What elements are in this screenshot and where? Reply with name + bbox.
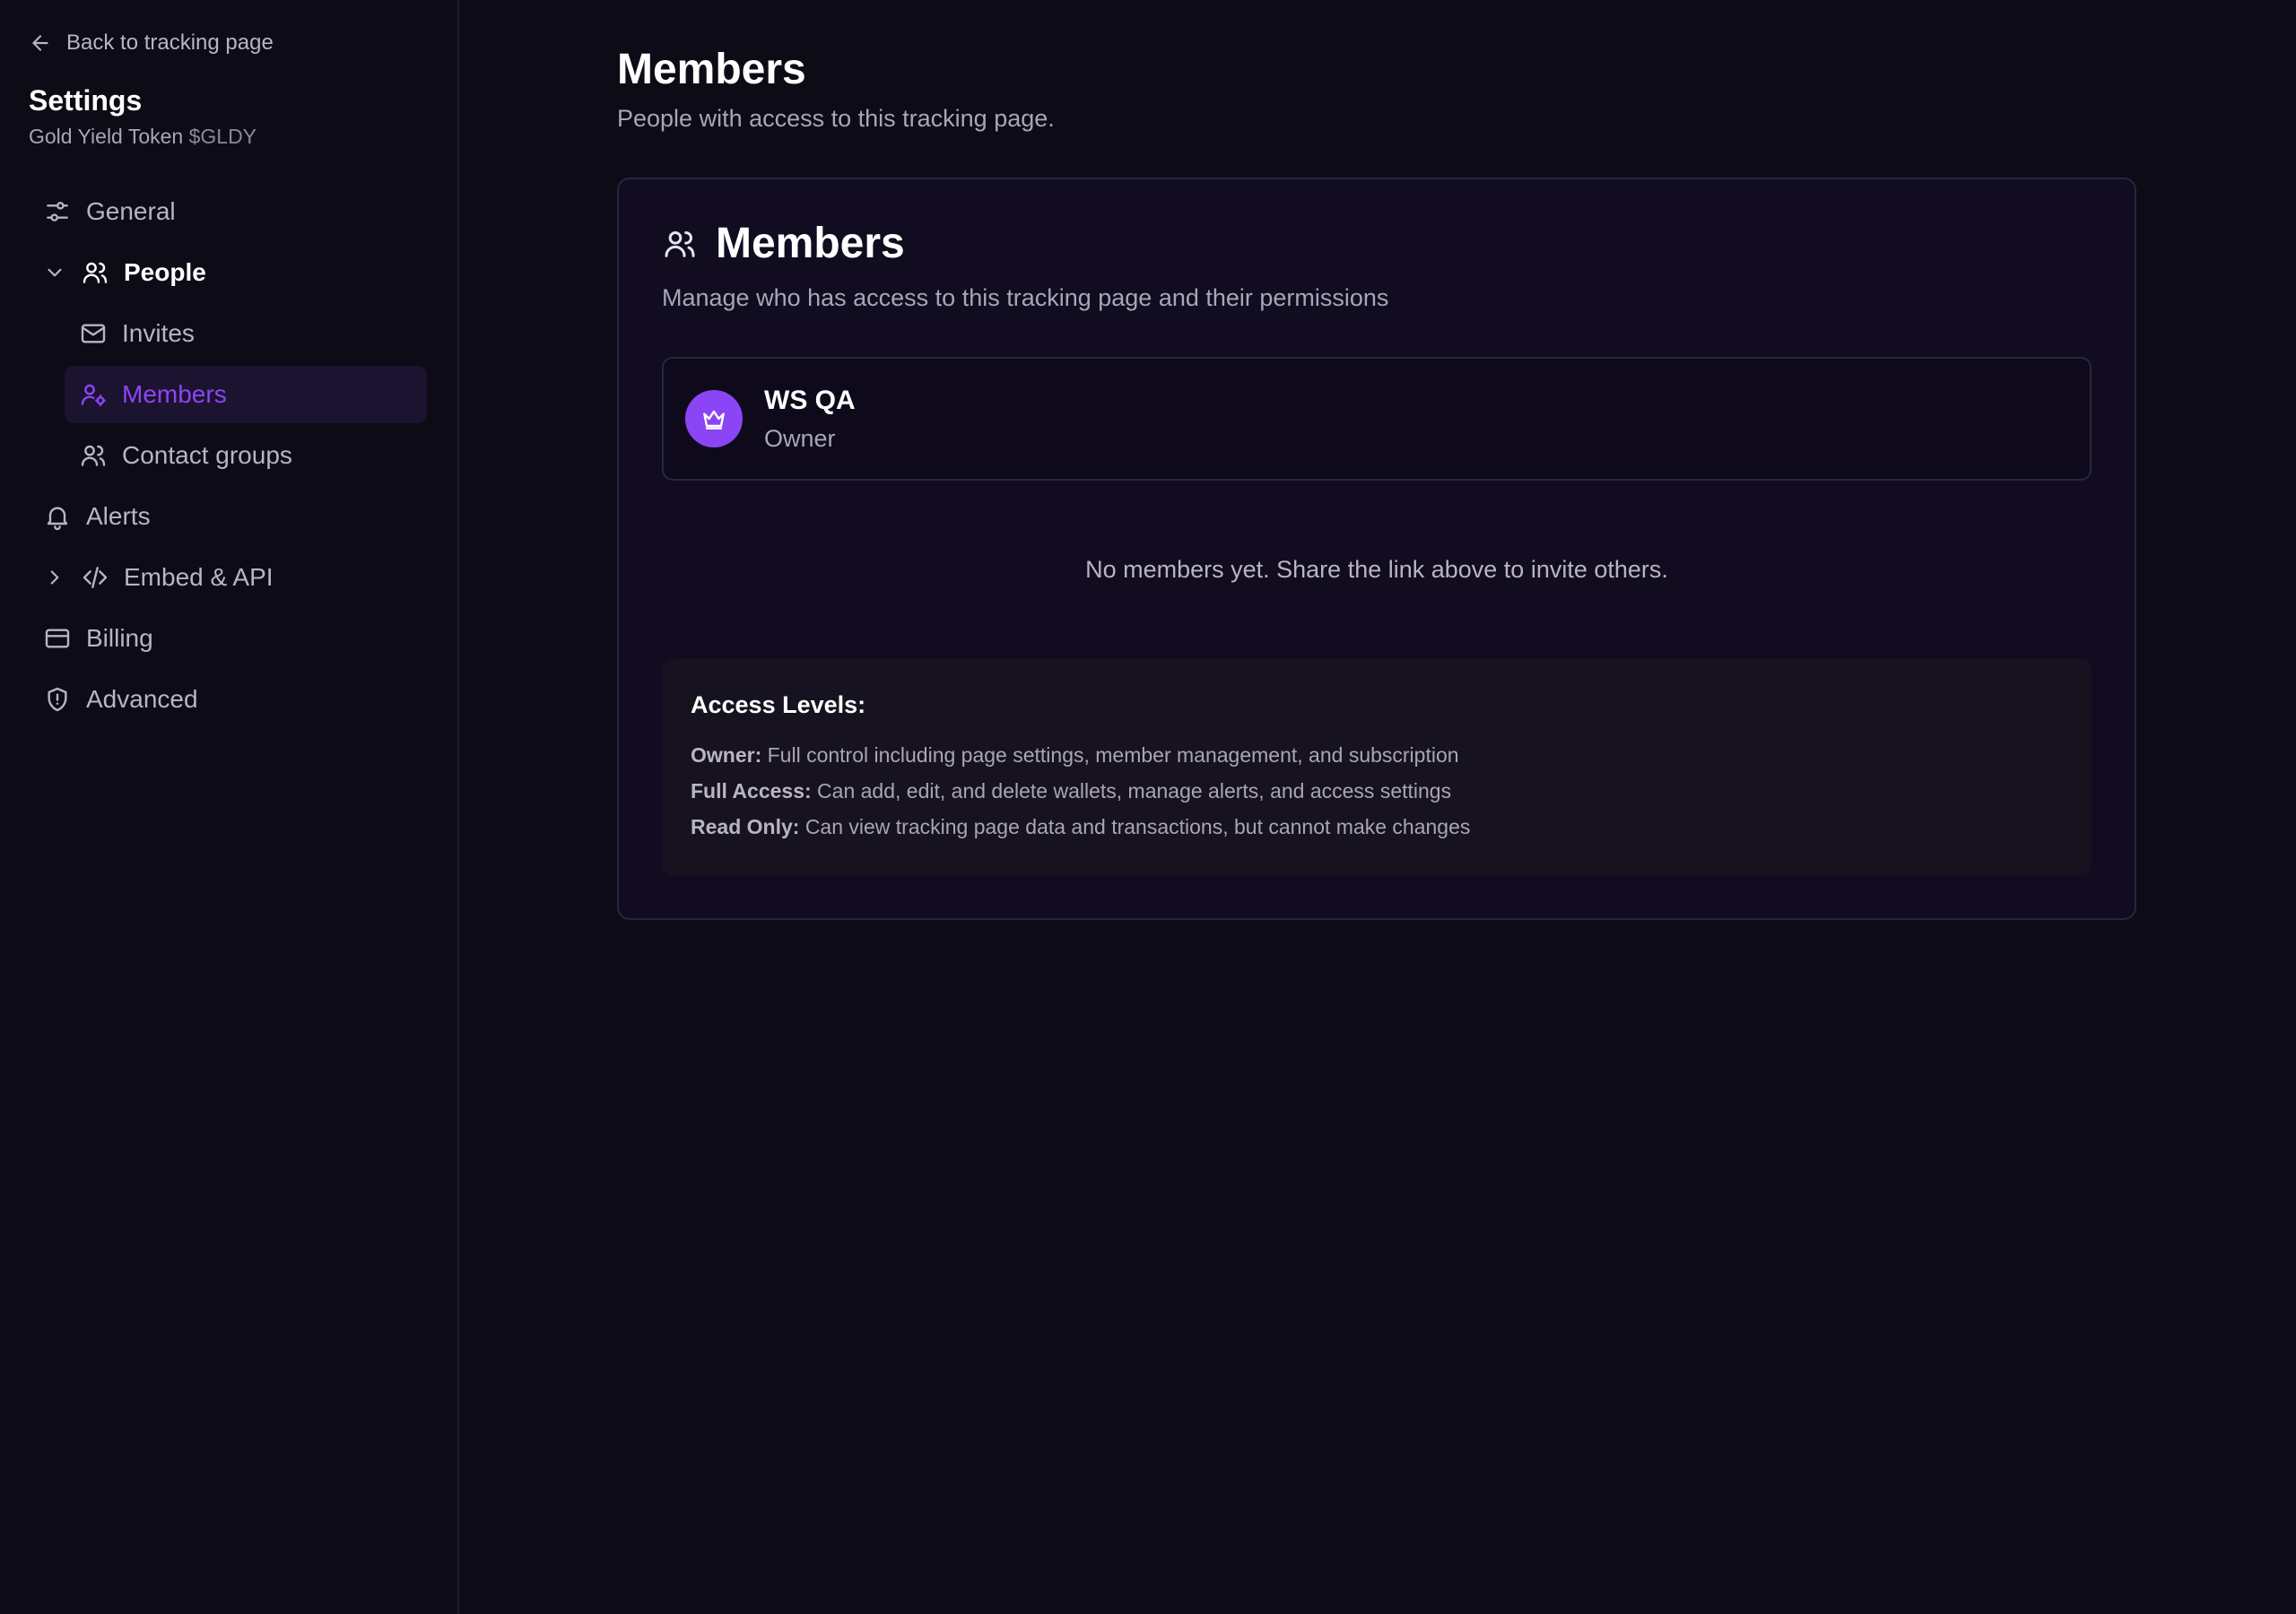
sidebar-item-people[interactable]: People bbox=[29, 244, 429, 301]
access-level-name: Full Access: bbox=[691, 779, 812, 803]
card-subtitle: Manage who has access to this tracking p… bbox=[662, 284, 1389, 311]
bell-icon bbox=[47, 507, 68, 531]
user-cog-icon bbox=[81, 384, 106, 407]
main-content: Members People with access to this track… bbox=[459, 0, 2296, 1614]
access-level-desc: Can add, edit, and delete wallets, manag… bbox=[817, 779, 1452, 803]
sidebar-item-invites[interactable]: Invites bbox=[65, 305, 429, 362]
members-card: Members Manage who has access to this tr… bbox=[617, 178, 2136, 920]
project-ticker: $GLDY bbox=[188, 125, 257, 148]
sidebar-item-label: Members bbox=[122, 380, 227, 408]
sidebar-item-alerts[interactable]: Alerts bbox=[29, 488, 429, 545]
access-level-name: Read Only: bbox=[691, 815, 800, 838]
access-levels-title: Access Levels: bbox=[691, 691, 866, 718]
chevron-down-icon bbox=[48, 268, 62, 277]
access-level-name: Owner: bbox=[691, 743, 762, 767]
access-level-desc: Can view tracking page data and transact… bbox=[804, 815, 1471, 838]
sidebar-item-label: Billing bbox=[86, 624, 153, 652]
chevron-right-icon bbox=[50, 570, 59, 585]
users-icon bbox=[665, 230, 695, 257]
access-levels-box: Access Levels: Owner: Full control inclu… bbox=[662, 659, 2092, 875]
sliders-icon bbox=[47, 202, 68, 221]
sidebar-item-general[interactable]: General bbox=[29, 183, 429, 240]
access-level-desc: Full control including page settings, me… bbox=[767, 743, 1459, 767]
sidebar: Back to tracking page Settings Gold Yiel… bbox=[0, 0, 459, 1614]
page-title: Members bbox=[617, 46, 806, 93]
crown-icon bbox=[703, 410, 725, 430]
member-info: WS QA Owner bbox=[764, 386, 856, 453]
project-subtitle: Gold Yield Token $GLDY bbox=[29, 125, 429, 149]
page-subtitle: People with access to this tracking page… bbox=[617, 105, 1055, 132]
project-name: Gold Yield Token bbox=[29, 125, 184, 148]
sidebar-item-label: Advanced bbox=[86, 685, 198, 713]
code-icon bbox=[83, 567, 108, 588]
sidebar-item-label: Invites bbox=[122, 319, 195, 347]
credit-card-icon bbox=[45, 629, 70, 648]
mail-icon bbox=[81, 324, 106, 343]
arrow-left-icon bbox=[32, 35, 48, 51]
empty-members-message: No members yet. Share the link above to … bbox=[1085, 556, 1668, 583]
avatar bbox=[685, 390, 743, 447]
member-name: WS QA bbox=[764, 385, 856, 415]
access-level-full: Full Access: Can add, edit, and delete w… bbox=[691, 773, 2063, 809]
card-header: Members bbox=[662, 219, 2092, 268]
shield-alert-icon bbox=[48, 687, 67, 712]
access-level-owner: Owner: Full control including page setti… bbox=[691, 737, 2063, 773]
sidebar-item-billing[interactable]: Billing bbox=[29, 610, 429, 667]
users-icon bbox=[83, 262, 108, 283]
member-role: Owner bbox=[764, 424, 836, 452]
sidebar-item-members[interactable]: Members bbox=[65, 366, 427, 423]
app-root: Back to tracking page Settings Gold Yiel… bbox=[0, 0, 2296, 1614]
sidebar-item-label: Alerts bbox=[86, 502, 151, 530]
sidebar-item-label: People bbox=[124, 258, 206, 286]
users-icon bbox=[81, 445, 106, 466]
sidebar-item-contact-groups[interactable]: Contact groups bbox=[65, 427, 429, 484]
settings-nav: General People Invites Members Contact g… bbox=[29, 183, 429, 728]
owner-member-row: WS QA Owner bbox=[662, 357, 2092, 481]
sidebar-item-embed-api[interactable]: Embed & API bbox=[29, 549, 429, 606]
sidebar-item-label: General bbox=[86, 197, 176, 225]
access-level-read-only: Read Only: Can view tracking page data a… bbox=[691, 809, 2063, 845]
card-title: Members bbox=[716, 220, 905, 267]
settings-title: Settings bbox=[29, 84, 143, 117]
back-to-tracking-link[interactable]: Back to tracking page bbox=[29, 29, 429, 57]
sidebar-item-label: Contact groups bbox=[122, 441, 292, 469]
sidebar-item-label: Embed & API bbox=[124, 563, 274, 591]
back-label: Back to tracking page bbox=[66, 30, 274, 55]
sidebar-item-advanced[interactable]: Advanced bbox=[29, 671, 429, 728]
